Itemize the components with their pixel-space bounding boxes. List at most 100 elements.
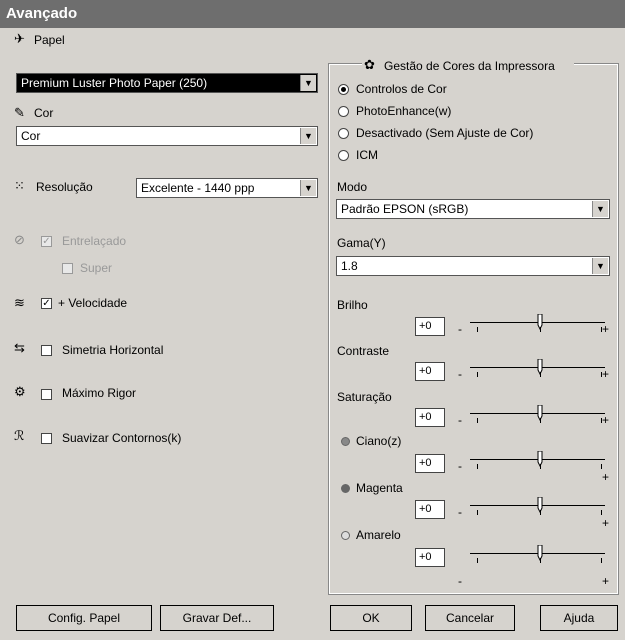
brightness-plus: +: [602, 322, 610, 336]
saturation-minus: -: [458, 413, 462, 427]
help-button[interactable]: Ajuda: [540, 605, 618, 631]
resolution-select[interactable]: Excelente - 1440 ppp ▼: [136, 178, 318, 198]
ok-button[interactable]: OK: [330, 605, 412, 631]
group-title: Gestão de Cores da Impressora: [384, 59, 555, 73]
gamma-label: Gama(Y): [337, 236, 386, 250]
slider-tick: [540, 372, 542, 377]
magenta-dot-icon: [341, 484, 350, 493]
max-precision-checkbox[interactable]: [41, 389, 52, 400]
radio-off[interactable]: [338, 128, 349, 139]
speed-icon: ≋: [14, 295, 25, 310]
mode-label: Modo: [337, 180, 368, 194]
super-label: Super: [80, 261, 113, 275]
cyan-value[interactable]: +0: [415, 454, 445, 473]
brightness-minus: -: [458, 322, 462, 336]
cyan-minus: -: [458, 459, 462, 473]
radio-color-controls-label: Controlos de Cor: [356, 82, 447, 96]
gamma-value: 1.8: [341, 259, 358, 273]
saturation-value[interactable]: +0: [415, 408, 445, 427]
advanced-dialog: Avançado ✈ Papel Premium Luster Photo Pa…: [0, 0, 625, 640]
yellow-minus: -: [458, 574, 462, 588]
slider-tick: [540, 510, 542, 515]
chevron-down-icon[interactable]: ▼: [300, 180, 316, 196]
interlaced-checkbox: ✓: [41, 236, 52, 247]
gamma-select[interactable]: 1.8 ▼: [336, 256, 610, 276]
interlaced-label: Entrelaçado: [62, 234, 127, 248]
super-checkbox: [62, 263, 73, 274]
paper-label: Papel: [34, 33, 65, 47]
magenta-minus: -: [458, 505, 462, 519]
save-defaults-button[interactable]: Gravar Def...: [160, 605, 274, 631]
window-title: Avançado: [0, 0, 625, 28]
slider-tick: [540, 418, 542, 423]
slider-tick: [600, 558, 602, 563]
radio-icm-label: ICM: [356, 148, 378, 162]
yellow-plus: +: [602, 574, 610, 588]
color-wheel-icon: ✿: [364, 57, 375, 72]
mirror-label: Simetria Horizontal: [62, 343, 164, 357]
contrast-minus: -: [458, 367, 462, 381]
brightness-label: Brilho: [337, 298, 368, 312]
resolution-value: Excelente - 1440 ppp: [141, 181, 255, 195]
yellow-value[interactable]: +0: [415, 548, 445, 567]
paper-config-button[interactable]: Config. Papel: [16, 605, 152, 631]
cyan-label: Ciano(z): [356, 434, 402, 448]
smooth-label: Suavizar Contornos(k): [62, 431, 182, 445]
cancel-button[interactable]: Cancelar: [425, 605, 515, 631]
chevron-down-icon[interactable]: ▼: [300, 128, 316, 144]
color-management-group: [328, 63, 619, 595]
chevron-down-icon[interactable]: ▼: [300, 75, 316, 91]
slider-tick: [476, 372, 478, 377]
radio-photoenhance[interactable]: [338, 106, 349, 117]
max-precision-label: Máximo Rigor: [62, 386, 137, 400]
contrast-label: Contraste: [337, 344, 390, 358]
cyan-dot-icon: [341, 437, 350, 446]
smooth-checkbox[interactable]: [41, 433, 52, 444]
magenta-label: Magenta: [356, 481, 403, 495]
slider-tick: [540, 464, 542, 469]
radio-photoenhance-label: PhotoEnhance(w): [356, 104, 452, 118]
slider-tick: [476, 464, 478, 469]
paper-value: Premium Luster Photo Paper (250): [21, 76, 208, 90]
speed-label: + Velocidade: [58, 296, 128, 310]
color-icon: ✎: [14, 105, 25, 120]
contrast-value[interactable]: +0: [415, 362, 445, 381]
precision-icon: ⚙: [14, 384, 26, 399]
slider-tick: [540, 558, 542, 563]
radio-off-label: Desactivado (Sem Ajuste de Cor): [356, 126, 534, 140]
yellow-label: Amarelo: [356, 528, 401, 542]
slider-tick: [476, 418, 478, 423]
yellow-dot-icon: [341, 531, 350, 540]
color-value: Cor: [21, 129, 41, 143]
cyan-plus: +: [602, 470, 610, 484]
mirror-icon: ⇆: [14, 340, 25, 355]
mode-value: Padrão EPSON (sRGB): [341, 202, 469, 216]
slider-tick: [476, 558, 478, 563]
color-label: Cor: [34, 106, 54, 120]
magenta-value[interactable]: +0: [415, 500, 445, 519]
slider-tick: [600, 372, 602, 377]
contrast-plus: +: [602, 367, 610, 381]
saturation-plus: +: [602, 413, 610, 427]
saturation-label: Saturação: [337, 390, 392, 404]
slider-tick: [476, 510, 478, 515]
mirror-checkbox[interactable]: [41, 345, 52, 356]
chevron-down-icon[interactable]: ▼: [592, 201, 608, 217]
chevron-down-icon[interactable]: ▼: [592, 258, 608, 274]
resolution-icon: ⁙: [14, 178, 25, 193]
slider-tick: [600, 510, 602, 515]
radio-icm[interactable]: [338, 150, 349, 161]
slider-tick: [600, 464, 602, 469]
mode-select[interactable]: Padrão EPSON (sRGB) ▼: [336, 199, 610, 219]
smooth-icon: ℛ: [14, 428, 25, 443]
slider-tick: [600, 327, 602, 332]
radio-color-controls[interactable]: [338, 84, 349, 95]
slider-tick: [476, 327, 478, 332]
color-select[interactable]: Cor ▼: [16, 126, 318, 146]
speed-checkbox[interactable]: ✓: [41, 298, 52, 309]
paper-select[interactable]: Premium Luster Photo Paper (250) ▼: [16, 73, 318, 93]
resolution-label: Resolução: [36, 180, 93, 194]
interlaced-icon: ⊘: [14, 232, 25, 247]
slider-tick: [600, 418, 602, 423]
brightness-value[interactable]: +0: [415, 317, 445, 336]
